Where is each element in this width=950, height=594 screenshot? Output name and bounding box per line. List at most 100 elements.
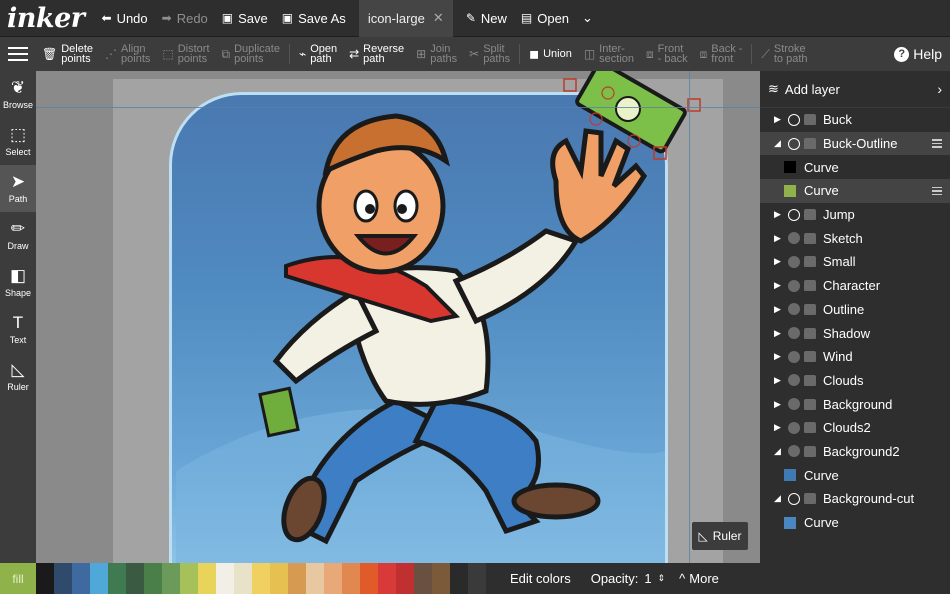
tool-browse[interactable]: ❦ Browse	[0, 71, 36, 118]
open-path-button[interactable]: ⌁ Open path	[293, 37, 343, 71]
lock-icon[interactable]	[804, 232, 816, 244]
layer-item[interactable]: ▶ Shadow	[760, 321, 950, 345]
collapse-icon[interactable]: ◢	[774, 138, 784, 149]
color-swatch[interactable]	[306, 563, 324, 594]
lock-icon[interactable]	[804, 445, 816, 457]
expand-icon[interactable]: ▶	[774, 233, 784, 244]
visibility-icon[interactable]	[788, 492, 800, 505]
lock-icon[interactable]	[804, 280, 816, 292]
layer-item[interactable]: ▶ Background	[760, 392, 950, 416]
expand-icon[interactable]: ▶	[774, 351, 784, 362]
visibility-icon[interactable]	[788, 137, 800, 150]
color-swatch[interactable]	[198, 563, 216, 594]
color-swatch[interactable]	[126, 563, 144, 594]
visibility-icon[interactable]	[788, 208, 800, 221]
visibility-icon[interactable]	[788, 232, 800, 245]
color-swatch[interactable]	[252, 563, 270, 594]
redo-button[interactable]: ➡ Redo	[155, 0, 215, 37]
duplicate-points-button[interactable]: ⧉ Duplicate points	[216, 37, 286, 71]
lock-icon[interactable]	[804, 114, 816, 126]
visibility-icon[interactable]	[788, 279, 800, 292]
visibility-icon[interactable]	[788, 374, 800, 387]
tool-text[interactable]: T Text	[0, 306, 36, 353]
lock-icon[interactable]	[804, 374, 816, 386]
visibility-icon[interactable]	[788, 421, 800, 434]
lock-icon[interactable]	[804, 256, 816, 268]
lock-icon[interactable]	[804, 398, 816, 410]
close-tab-icon[interactable]: ✕	[433, 10, 444, 26]
color-swatch[interactable]	[216, 563, 234, 594]
visibility-icon[interactable]	[788, 255, 800, 268]
edit-colors-button[interactable]: Edit colors	[510, 571, 571, 586]
fill-toggle[interactable]: fill	[0, 563, 36, 594]
color-swatch[interactable]	[450, 563, 468, 594]
color-swatch[interactable]	[72, 563, 90, 594]
more-button[interactable]: ^ More	[679, 571, 719, 586]
intersection-button[interactable]: ◫ Inter-section	[578, 37, 640, 71]
layer-item[interactable]: Curve	[760, 463, 950, 487]
color-swatch[interactable]	[180, 563, 198, 594]
new-button[interactable]: ✎ New	[459, 0, 514, 37]
stepper-icon[interactable]: ⇕	[658, 573, 666, 584]
color-swatch[interactable]	[90, 563, 108, 594]
lock-icon[interactable]	[804, 303, 816, 315]
color-swatch[interactable]	[36, 563, 54, 594]
tool-draw[interactable]: ✏ Draw	[0, 212, 36, 259]
color-swatch[interactable]	[270, 563, 288, 594]
color-swatch[interactable]	[378, 563, 396, 594]
visibility-icon[interactable]	[788, 445, 800, 458]
save-as-button[interactable]: ▣ Save As	[275, 0, 353, 37]
expand-icon[interactable]: ▶	[774, 304, 784, 315]
expand-icon[interactable]: ▶	[774, 422, 784, 433]
layer-item[interactable]: ▶ Jump	[760, 203, 950, 227]
back-front-button[interactable]: ⧈ Back - front	[694, 37, 749, 71]
expand-icon[interactable]: ▶	[774, 209, 784, 220]
tool-select[interactable]: ⬚ Select	[0, 118, 36, 165]
color-swatch[interactable]	[108, 563, 126, 594]
help-button[interactable]: ? Help	[894, 46, 950, 62]
expand-icon[interactable]: ▶	[774, 256, 784, 267]
color-swatch[interactable]	[162, 563, 180, 594]
visibility-icon[interactable]	[788, 350, 800, 363]
layer-item[interactable]: ▶ Character	[760, 274, 950, 298]
color-swatch[interactable]	[414, 563, 432, 594]
visibility-icon[interactable]	[788, 303, 800, 316]
layer-item[interactable]: ▶ Buck	[760, 108, 950, 132]
drag-handle-icon[interactable]	[932, 186, 942, 196]
color-swatch[interactable]	[342, 563, 360, 594]
layer-item[interactable]: ▶ Small	[760, 250, 950, 274]
distort-points-button[interactable]: ⬚ Distort points	[156, 37, 215, 71]
lock-icon[interactable]	[804, 138, 816, 150]
visibility-icon[interactable]	[788, 113, 800, 126]
color-swatch[interactable]	[324, 563, 342, 594]
visibility-icon[interactable]	[788, 327, 800, 340]
save-button[interactable]: ▣ Save	[215, 0, 275, 37]
color-swatch[interactable]	[360, 563, 378, 594]
chevron-down-icon[interactable]: ⌄	[576, 10, 599, 26]
front-back-button[interactable]: ⧈ Front - back	[640, 37, 694, 71]
layer-item[interactable]: ▶ Sketch	[760, 226, 950, 250]
color-swatch[interactable]	[432, 563, 450, 594]
lock-icon[interactable]	[804, 422, 816, 434]
layer-item[interactable]: Curve	[760, 511, 950, 535]
expand-icon[interactable]: ▶	[774, 280, 784, 291]
color-swatch[interactable]	[288, 563, 306, 594]
visibility-icon[interactable]	[788, 398, 800, 411]
color-swatch[interactable]	[144, 563, 162, 594]
lock-icon[interactable]	[804, 209, 816, 221]
join-paths-button[interactable]: ⊞ Join paths	[410, 37, 463, 71]
expand-icon[interactable]: ▶	[774, 375, 784, 386]
align-points-button[interactable]: ⋰ Align points	[99, 37, 156, 71]
ruler-toggle-button[interactable]: ◺ Ruler	[692, 522, 748, 550]
guide-line-horizontal[interactable]	[36, 107, 760, 108]
undo-button[interactable]: ⬅ Undo	[95, 0, 155, 37]
drag-handle-icon[interactable]	[932, 139, 942, 148]
expand-icon[interactable]: ▶	[774, 399, 784, 410]
drawing-canvas[interactable]: ◺ Ruler	[36, 71, 760, 563]
document-tab[interactable]: icon-large ✕	[358, 0, 453, 37]
split-paths-button[interactable]: ✂ Split paths	[463, 37, 516, 71]
stroke-to-path-button[interactable]: ⟋ Stroke to path	[755, 37, 813, 71]
collapse-icon[interactable]: ◢	[774, 446, 784, 457]
layer-item[interactable]: Curve	[760, 155, 950, 179]
open-button[interactable]: ▤ Open	[514, 0, 576, 37]
